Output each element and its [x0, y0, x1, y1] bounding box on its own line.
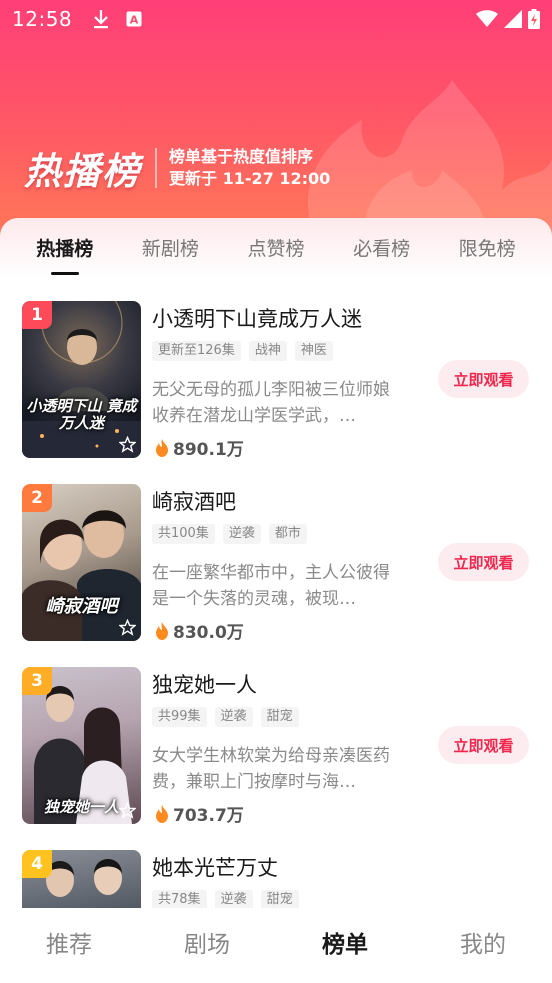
tab-likes[interactable]: 点赞榜 — [223, 218, 329, 278]
tag-genre: 甜宠 — [260, 890, 299, 908]
drama-title[interactable]: 崎寂酒吧 — [152, 486, 236, 516]
favorite-star-icon[interactable] — [117, 800, 137, 820]
list-item[interactable]: 1 小透明下山 竟成万人迷 小透明下山竟成万人迷 更新至126集 战神 神医 无… — [0, 283, 552, 466]
rank-badge: 2 — [22, 484, 52, 512]
tag-genre: 逆袭 — [222, 524, 261, 544]
battery-icon — [528, 9, 540, 29]
favorite-star-icon[interactable] — [117, 434, 137, 454]
svg-text:A: A — [130, 14, 139, 27]
update-time-text: 更新于 11-27 12:00 — [169, 169, 331, 188]
heat-score: 890.1万 — [154, 435, 244, 460]
title-divider — [155, 148, 157, 188]
list-item[interactable]: 3 独宠她一人 独宠她一人 共99集 逆袭 甜宠 女大学生林软棠为给母亲凑医药费… — [0, 649, 552, 832]
fire-icon — [156, 621, 168, 640]
tag-episodes: 共100集 — [152, 524, 215, 544]
heat-value: 830.0万 — [173, 623, 244, 643]
download-icon — [94, 10, 109, 29]
app-a-icon: A — [126, 11, 142, 27]
tag-list: 共78集 逆袭 甜宠 — [152, 890, 299, 908]
drama-cover[interactable]: 2 崎寂酒吧 — [22, 484, 141, 641]
tab-new[interactable]: 新剧榜 — [118, 218, 224, 278]
wifi-icon — [476, 10, 498, 27]
tag-episodes: 共99集 — [152, 707, 207, 727]
tag-episodes: 更新至126集 — [152, 341, 241, 361]
watch-now-button[interactable]: 立即观看 — [438, 543, 529, 581]
bottom-navigation: 推荐 剧场 榜单 我的 — [0, 908, 552, 983]
tab-hot[interactable]: 热播榜 — [12, 218, 118, 278]
drama-title[interactable]: 她本光芒万丈 — [152, 852, 278, 882]
heat-value: 890.1万 — [173, 440, 244, 460]
drama-cover[interactable]: 1 小透明下山 竟成万人迷 — [22, 301, 141, 458]
list-item[interactable]: 2 崎寂酒吧 崎寂酒吧 共100集 逆袭 都市 在一座繁华都市中，主人公彼得是一… — [0, 466, 552, 649]
rank-badge: 1 — [22, 301, 52, 329]
tag-genre: 逆袭 — [214, 890, 253, 908]
fire-icon — [156, 804, 168, 823]
signal-icon — [504, 10, 522, 28]
header-banner: 12:58 A 热播榜 榜单基于热度值排序 更新于 11-27 12:00 — [0, 0, 552, 250]
fire-icon — [156, 438, 168, 457]
nav-theater[interactable]: 剧场 — [138, 908, 276, 983]
heat-score: 830.0万 — [154, 618, 244, 643]
ranking-info: 榜单基于热度值排序 更新于 11-27 12:00 — [169, 146, 330, 190]
ranking-tabs: 热播榜 新剧榜 点赞榜 必看榜 限免榜 — [0, 218, 552, 278]
rank-badge: 4 — [22, 850, 52, 878]
tag-episodes: 共78集 — [152, 890, 207, 908]
rank-badge: 3 — [22, 667, 52, 695]
page-title: 热播榜 — [24, 150, 141, 193]
drama-description: 在一座繁华都市中，主人公彼得是一个失落的灵魂，被现… — [152, 563, 390, 609]
drama-title[interactable]: 独宠她一人 — [152, 669, 257, 699]
status-time: 12:58 — [12, 7, 73, 31]
tag-list: 更新至126集 战神 神医 — [152, 341, 333, 361]
ranking-rule-text: 榜单基于热度值排序 — [169, 147, 314, 166]
heat-value: 703.7万 — [173, 806, 244, 826]
drama-cover[interactable]: 3 独宠她一人 — [22, 667, 141, 824]
drama-description: 无父无母的孤儿李阳被三位师娘收养在潜龙山学医学武，… — [152, 380, 390, 426]
tab-free[interactable]: 限免榜 — [434, 218, 540, 278]
tag-genre: 战神 — [248, 341, 287, 361]
drama-list: 1 小透明下山 竟成万人迷 小透明下山竟成万人迷 更新至126集 战神 神医 无… — [0, 283, 552, 908]
watch-now-button[interactable]: 立即观看 — [438, 360, 529, 398]
cover-title-text: 小透明下山 竟成万人迷 — [26, 397, 137, 432]
favorite-star-icon[interactable] — [117, 617, 137, 637]
ranking-header: 热播榜 榜单基于热度值排序 更新于 11-27 12:00 — [24, 141, 330, 195]
status-bar: 12:58 A — [0, 0, 552, 38]
nav-mine[interactable]: 我的 — [414, 908, 552, 983]
tag-genre: 甜宠 — [260, 707, 299, 727]
heat-score: 703.7万 — [154, 801, 244, 826]
drama-title[interactable]: 小透明下山竟成万人迷 — [152, 303, 362, 333]
nav-ranking[interactable]: 榜单 — [276, 908, 414, 983]
drama-cover[interactable]: 4 — [22, 850, 141, 908]
list-item[interactable]: 4 她本光芒万丈 共78集 逆袭 甜宠 — [0, 832, 552, 908]
tag-genre: 神医 — [294, 341, 333, 361]
drama-description: 女大学生林软棠为给母亲凑医药费，兼职上门按摩时与海… — [152, 746, 390, 792]
tag-genre: 都市 — [268, 524, 307, 544]
tab-must-watch[interactable]: 必看榜 — [329, 218, 435, 278]
watch-now-button[interactable]: 立即观看 — [438, 726, 529, 764]
nav-recommend[interactable]: 推荐 — [0, 908, 138, 983]
tag-genre: 逆袭 — [214, 707, 253, 727]
tag-list: 共99集 逆袭 甜宠 — [152, 707, 299, 727]
tag-list: 共100集 逆袭 都市 — [152, 524, 307, 544]
cover-title-text: 崎寂酒吧 — [45, 596, 118, 617]
